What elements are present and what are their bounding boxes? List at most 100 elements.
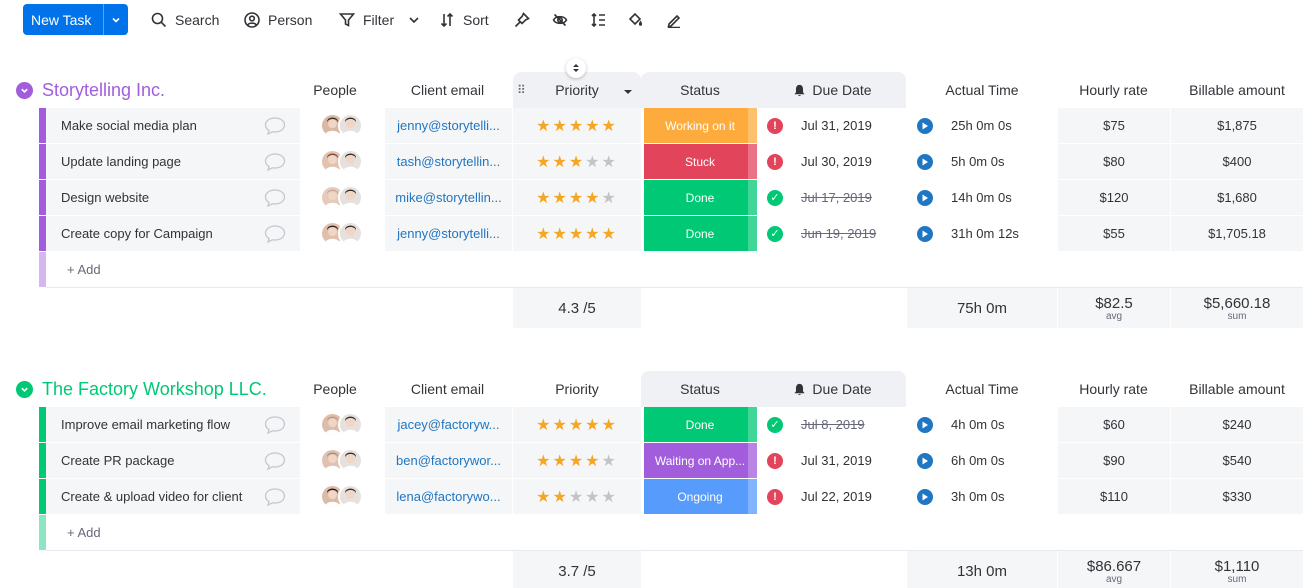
client-email-cell[interactable]: ben@factorywor...	[385, 443, 512, 478]
comment-icon[interactable]	[264, 415, 286, 435]
star-icon[interactable]: ★	[552, 118, 568, 135]
play-icon[interactable]	[917, 189, 933, 206]
priority-cell[interactable]: ★★★★★	[513, 216, 641, 251]
table-row[interactable]: Improve email marketing flow jacey@factor…	[39, 407, 1303, 443]
star-icon[interactable]: ★	[569, 190, 585, 207]
star-icon[interactable]: ★	[585, 489, 601, 506]
avatar[interactable]	[337, 220, 363, 246]
star-icon[interactable]: ★	[585, 453, 601, 470]
play-icon[interactable]	[917, 488, 933, 505]
star-icon[interactable]: ★	[585, 190, 601, 207]
due-date-cell[interactable]: ! Jul 31, 2019	[759, 443, 905, 478]
col-header-status[interactable]: Status	[641, 371, 759, 407]
star-icon[interactable]: ★	[569, 154, 585, 171]
star-rating[interactable]: ★★★★★	[536, 487, 618, 507]
status-label[interactable]: Stuck	[643, 144, 757, 179]
priority-cell[interactable]: ★★★★★	[513, 479, 641, 514]
col-header-people[interactable]: People	[300, 371, 370, 407]
col-header-status[interactable]: Status	[641, 72, 759, 108]
resize-handle-icon[interactable]	[566, 58, 586, 78]
item-name[interactable]: Make social media plan	[61, 118, 197, 133]
star-icon[interactable]: ★	[585, 118, 601, 135]
comment-icon[interactable]	[264, 116, 286, 136]
star-icon[interactable]: ★	[602, 417, 618, 434]
star-rating[interactable]: ★★★★★	[536, 451, 618, 471]
play-icon[interactable]	[917, 225, 933, 242]
client-email[interactable]: jenny@storytelli...	[397, 118, 500, 133]
status-label[interactable]: Done	[643, 216, 757, 251]
actual-time-cell[interactable]: 25h 0m 0s	[907, 108, 1057, 143]
client-email-cell[interactable]: jenny@storytelli...	[385, 108, 512, 143]
col-header-client-email[interactable]: Client email	[385, 371, 510, 407]
item-name[interactable]: Design website	[61, 190, 149, 205]
actual-time-cell[interactable]: 5h 0m 0s	[907, 144, 1057, 179]
people-cell[interactable]	[301, 144, 384, 179]
priority-cell[interactable]: ★★★★★	[513, 180, 641, 215]
status-label[interactable]: Done	[643, 180, 757, 215]
col-header-actual-time[interactable]: Actual Time	[907, 371, 1057, 407]
item-name-cell[interactable]: Create PR package	[46, 443, 300, 478]
client-email-cell[interactable]: mike@storytellin...	[385, 180, 512, 215]
hourly-rate-cell[interactable]: $55	[1058, 216, 1170, 251]
actual-time-cell[interactable]: 31h 0m 12s	[907, 216, 1057, 251]
chevron-down-icon[interactable]	[405, 11, 423, 29]
priority-cell[interactable]: ★★★★★	[513, 108, 641, 143]
status-label[interactable]: Waiting on App...	[643, 443, 757, 478]
client-email[interactable]: ben@factorywor...	[396, 453, 501, 468]
add-item-label[interactable]: + Add	[67, 262, 101, 277]
people-cell[interactable]	[301, 108, 384, 143]
item-name-cell[interactable]: Improve email marketing flow	[46, 407, 300, 442]
star-icon[interactable]: ★	[552, 489, 568, 506]
people-cell[interactable]	[301, 443, 384, 478]
star-icon[interactable]: ★	[552, 154, 568, 171]
star-icon[interactable]: ★	[569, 489, 585, 506]
row-height-button[interactable]	[589, 9, 607, 31]
play-icon[interactable]	[917, 416, 933, 433]
table-row[interactable]: Create & upload video for client lena@fac…	[39, 479, 1303, 515]
drag-handle-icon[interactable]: ⠿	[517, 83, 526, 97]
item-name-cell[interactable]: Update landing page	[46, 144, 300, 179]
star-icon[interactable]: ★	[602, 118, 618, 135]
star-icon[interactable]: ★	[552, 417, 568, 434]
group-collapse-toggle[interactable]	[16, 82, 33, 99]
col-header-due-date[interactable]: Due Date	[759, 371, 906, 407]
col-header-priority[interactable]: Priority	[513, 371, 641, 407]
filter-button[interactable]: Filter	[338, 9, 423, 31]
star-icon[interactable]: ★	[569, 118, 585, 135]
status-cell[interactable]: Done	[642, 180, 758, 215]
actual-time-cell[interactable]: 6h 0m 0s	[907, 443, 1057, 478]
hide-button[interactable]	[551, 9, 569, 31]
avatar[interactable]	[337, 148, 363, 174]
item-name-cell[interactable]: Make social media plan	[46, 108, 300, 143]
priority-cell[interactable]: ★★★★★	[513, 407, 641, 442]
star-rating[interactable]: ★★★★★	[536, 152, 618, 172]
hourly-rate-cell[interactable]: $60	[1058, 407, 1170, 442]
play-icon[interactable]	[917, 117, 933, 134]
new-task-button[interactable]: New Task	[23, 4, 128, 35]
hourly-rate-cell[interactable]: $80	[1058, 144, 1170, 179]
col-header-hourly-rate[interactable]: Hourly rate	[1057, 371, 1170, 407]
search-button[interactable]: Search	[150, 9, 219, 31]
col-header-due-date[interactable]: Due Date	[759, 72, 906, 108]
status-cell[interactable]: Working on it	[642, 108, 758, 143]
star-rating[interactable]: ★★★★★	[536, 188, 618, 208]
star-rating[interactable]: ★★★★★	[536, 415, 618, 435]
star-icon[interactable]: ★	[536, 154, 552, 171]
star-icon[interactable]: ★	[569, 453, 585, 470]
item-name-cell[interactable]: Create copy for Campaign	[46, 216, 300, 251]
column-menu-icon[interactable]	[623, 84, 633, 100]
client-email[interactable]: jacey@factoryw...	[397, 417, 499, 432]
due-date-cell[interactable]: ! Jul 30, 2019	[759, 144, 905, 179]
people-cell[interactable]	[301, 479, 384, 514]
group-title[interactable]: Storytelling Inc.	[42, 80, 165, 101]
star-icon[interactable]: ★	[536, 190, 552, 207]
actual-time-cell[interactable]: 3h 0m 0s	[907, 479, 1057, 514]
status-label[interactable]: Done	[643, 407, 757, 442]
due-date-cell[interactable]: ✓ Jul 8, 2019	[759, 407, 905, 442]
star-icon[interactable]: ★	[602, 489, 618, 506]
item-name[interactable]: Create copy for Campaign	[61, 226, 213, 241]
status-label[interactable]: Ongoing	[643, 479, 757, 514]
client-email[interactable]: jenny@storytelli...	[397, 226, 500, 241]
people-cell[interactable]	[301, 407, 384, 442]
edit-button[interactable]	[665, 9, 683, 31]
